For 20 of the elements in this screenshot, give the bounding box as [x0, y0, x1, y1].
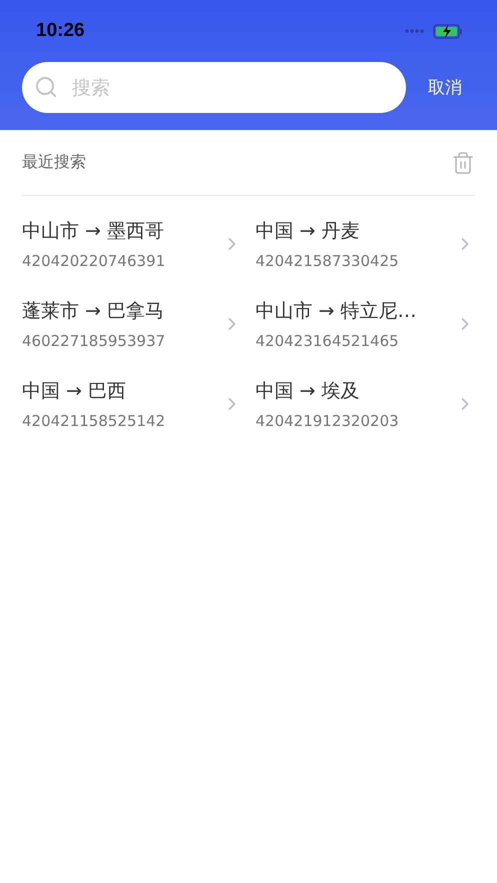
route-title[interactable]: 中国 → 埃及	[256, 378, 399, 404]
tracking-number: 420421912320203	[256, 412, 399, 430]
signal-icon	[405, 29, 425, 33]
tracking-number: 420420220746391	[22, 252, 166, 270]
search-field[interactable]: 搜索	[22, 62, 406, 113]
battery-icon	[433, 24, 463, 38]
route-title[interactable]: 中国 → 丹麦	[256, 218, 399, 244]
route-title[interactable]: 中山市 → 墨西哥	[22, 218, 166, 244]
tracking-number: 420421158525142	[22, 412, 166, 430]
route-title[interactable]: 中山市 → 特立尼…	[256, 298, 416, 324]
search-icon	[34, 75, 58, 99]
tracking-number: 420423164521465	[256, 332, 400, 350]
section-title: 最近搜索	[22, 152, 86, 173]
trash-icon[interactable]	[451, 150, 475, 174]
route-title[interactable]: 蓬莱市 → 巴拿马	[22, 298, 166, 324]
status-time: 10:26	[36, 20, 85, 42]
route-title[interactable]: 中国 → 巴西	[22, 378, 166, 404]
tracking-number: 460227185953937	[22, 332, 166, 350]
tracking-number: 420421587330425	[256, 252, 399, 270]
cancel-button[interactable]: 取消	[428, 76, 462, 99]
